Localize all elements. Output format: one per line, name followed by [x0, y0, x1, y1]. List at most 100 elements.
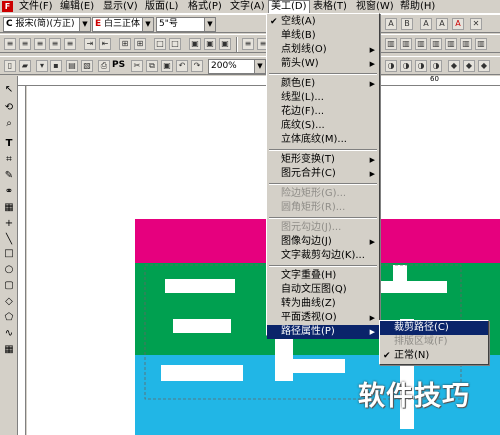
align-icon[interactable]: ≡ — [242, 38, 254, 50]
open-folder-icon[interactable]: ▰ — [19, 60, 31, 72]
preview-icon[interactable]: ▧ — [81, 60, 93, 72]
menu-layout[interactable]: 版面(L) — [143, 0, 180, 14]
indent-icon[interactable]: ⇤ — [99, 38, 111, 50]
crop-icon[interactable]: ⌗ — [3, 154, 15, 166]
menu-item-line-type[interactable]: 线型(L)... — [267, 91, 379, 105]
line-tool-icon[interactable]: ╲ — [3, 234, 15, 246]
diamond-icon[interactable]: ◇ — [3, 296, 15, 308]
rounded-rect-icon[interactable]: ▢ — [3, 280, 15, 292]
menu-format[interactable]: 格式(P) — [186, 0, 224, 14]
align-icon[interactable]: ≡ — [4, 38, 16, 50]
save-icon[interactable]: ▪ — [50, 60, 62, 72]
ps-label[interactable]: PS — [112, 60, 125, 70]
copy-icon[interactable]: ⧉ — [146, 60, 158, 72]
menu-view[interactable]: 显示(V) — [101, 0, 140, 14]
outline-text-icon[interactable]: A — [420, 18, 432, 30]
column-icon[interactable]: ▥ — [475, 38, 487, 50]
english-font-select[interactable]: E 白三正体 ▼ — [92, 17, 154, 32]
text-tool-icon[interactable]: T — [3, 138, 15, 150]
menu-item-color[interactable]: 颜色(E) ▶ — [267, 77, 379, 91]
pointer-icon[interactable]: ↖ — [3, 84, 15, 96]
print-icon[interactable]: ⎙ — [98, 60, 110, 72]
zoom-select[interactable]: 200% ▼ — [208, 59, 266, 74]
menu-item-clip-path[interactable]: 裁剪路径(C) — [380, 321, 488, 335]
font-size-select[interactable]: 5"号 ▼ — [156, 17, 216, 32]
menu-text[interactable]: 文字(A) — [228, 0, 267, 14]
menu-item-auto-wrap[interactable]: 自动文压图(Q) — [267, 283, 379, 297]
menu-file[interactable]: 文件(F) — [17, 0, 55, 14]
paste-icon[interactable]: ▣ — [161, 60, 173, 72]
column-icon[interactable]: ▥ — [460, 38, 472, 50]
menu-table[interactable]: 表格(T) — [311, 0, 349, 14]
menu-item-single-line[interactable]: 单线(B) — [267, 29, 379, 43]
layer-icon[interactable]: ◑ — [430, 60, 442, 72]
align-icon[interactable]: ≡ — [34, 38, 46, 50]
layer-icon[interactable]: ◑ — [385, 60, 397, 72]
menu-item-shading[interactable]: 底纹(S)... — [267, 119, 379, 133]
curve-icon[interactable]: ∿ — [3, 328, 15, 340]
column-icon[interactable]: ▥ — [415, 38, 427, 50]
image-icon[interactable]: ▣ — [219, 38, 231, 50]
grid-tool-icon[interactable]: ▦ — [3, 344, 15, 356]
menu-item-3d-shading[interactable]: 立体底纹(M)... — [267, 133, 379, 147]
menu-help[interactable]: 帮助(H) — [398, 0, 437, 14]
menu-edit[interactable]: 编辑(E) — [58, 0, 96, 14]
menu-item-to-curve[interactable]: 转为曲线(Z) — [267, 297, 379, 311]
menu-item-normal[interactable]: ✔ 正常(N) — [380, 349, 488, 363]
align-icon[interactable]: ≡ — [64, 38, 76, 50]
image-icon[interactable]: ▣ — [189, 38, 201, 50]
menu-item-dash-dot[interactable]: 点划线(O) ▶ — [267, 43, 379, 57]
menu-art[interactable]: 美工(D) — [268, 0, 310, 14]
indent-icon[interactable]: ⇥ — [84, 38, 96, 50]
shape-icon[interactable]: ◆ — [448, 60, 460, 72]
polygon-icon[interactable]: ⬠ — [3, 312, 15, 324]
pen-icon[interactable]: ✎ — [3, 170, 15, 182]
close-box-icon[interactable]: ✕ — [470, 18, 482, 30]
menu-item-arrow[interactable]: 箭头(W) ▶ — [267, 57, 379, 71]
undo-icon[interactable]: ↶ — [176, 60, 188, 72]
column-icon[interactable]: ▥ — [385, 38, 397, 50]
text-color-icon[interactable]: A — [452, 18, 464, 30]
column-icon[interactable]: ▥ — [445, 38, 457, 50]
new-file-icon[interactable]: ▯ — [4, 60, 16, 72]
chinese-font-select[interactable]: C 报宋(简)(方正) ▼ — [3, 17, 91, 32]
zoom-icon[interactable]: ⌕ — [3, 118, 15, 130]
frame-icon[interactable]: □ — [154, 38, 166, 50]
align-icon[interactable]: ≡ — [19, 38, 31, 50]
menu-item-text-overlap[interactable]: 文字重叠(H) — [267, 269, 379, 283]
column-icon[interactable]: ▥ — [430, 38, 442, 50]
grid-icon[interactable]: ⊞ — [134, 38, 146, 50]
frame-text-icon[interactable]: A — [436, 18, 448, 30]
rectangle-tool-icon[interactable]: □ — [3, 248, 15, 260]
cut-icon[interactable]: ✂ — [131, 60, 143, 72]
shape-icon[interactable]: ◆ — [463, 60, 475, 72]
menu-item-merge-shapes[interactable]: 图元合并(C) ▶ — [267, 167, 379, 181]
plus-icon[interactable]: + — [3, 218, 15, 230]
menu-item-border[interactable]: 花边(F)... — [267, 105, 379, 119]
link-icon[interactable]: ⚭ — [3, 186, 15, 198]
bold-icon[interactable]: B — [401, 18, 413, 30]
dropdown-arrow-icon[interactable]: ▾ — [36, 60, 48, 72]
redo-icon[interactable]: ↷ — [191, 60, 203, 72]
align-icon[interactable]: ≡ — [49, 38, 61, 50]
image-icon[interactable]: ▣ — [204, 38, 216, 50]
column-icon[interactable]: ▥ — [400, 38, 412, 50]
shape-icon[interactable]: ◆ — [478, 60, 490, 72]
menu-item-hollow-line[interactable]: ✔ 空线(A) — [267, 15, 379, 29]
menu-item-image-outline[interactable]: 图像勾边(J) ▶ — [267, 235, 379, 249]
document-canvas[interactable]: 软件技巧 — [27, 86, 500, 435]
layer-icon[interactable]: ◑ — [400, 60, 412, 72]
table-tool-icon[interactable]: ▦ — [3, 202, 15, 214]
menu-item-text-clip-outline[interactable]: 文字裁剪勾边(K)... — [267, 249, 379, 263]
menu-item-path-properties[interactable]: 路径属性(P) ▶ — [267, 325, 379, 339]
save-as-icon[interactable]: ▤ — [66, 60, 78, 72]
rotate-icon[interactable]: ⟲ — [3, 102, 15, 114]
font-color-icon[interactable]: A — [385, 18, 397, 30]
layer-icon[interactable]: ◑ — [415, 60, 427, 72]
grid-icon[interactable]: ⊞ — [119, 38, 131, 50]
ellipse-tool-icon[interactable]: ○ — [3, 264, 15, 276]
menu-item-perspective[interactable]: 平面透视(O) ▶ — [267, 311, 379, 325]
menu-item-rect-transform[interactable]: 矩形变换(T) ▶ — [267, 153, 379, 167]
menu-window[interactable]: 视窗(W) — [354, 0, 396, 14]
frame-icon[interactable]: □ — [169, 38, 181, 50]
